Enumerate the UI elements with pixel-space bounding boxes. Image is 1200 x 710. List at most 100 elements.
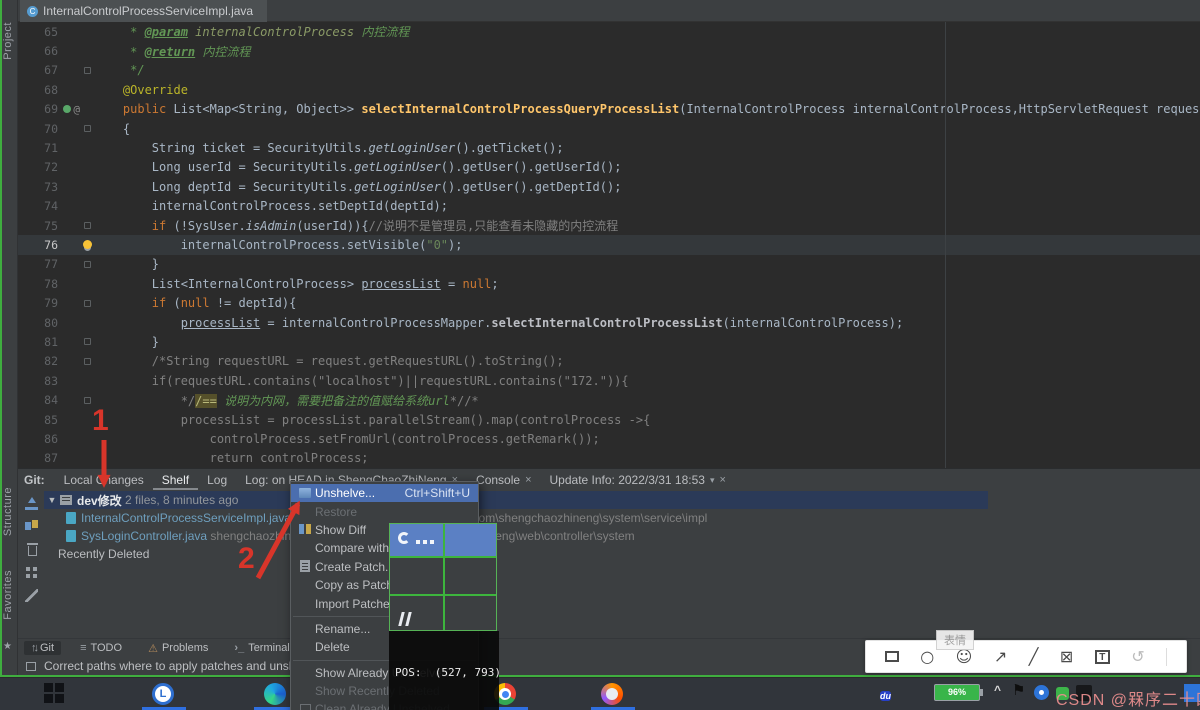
code-line-65[interactable]: 65 * @param internalControlProcess 内控流程 xyxy=(18,22,1200,41)
toolwindow-button-terminal[interactable]: Terminal xyxy=(227,641,296,655)
fold-marker-icon[interactable] xyxy=(84,338,91,345)
show-diff-toolbar-icon[interactable] xyxy=(25,520,38,533)
fold-column xyxy=(80,222,94,229)
code-line-86[interactable]: 86 controlProcess.setFromUrl(controlProc… xyxy=(18,429,1200,448)
code-line-70[interactable]: 70 { xyxy=(18,119,1200,138)
code-line-76[interactable]: 76 internalControlProcess.setVisible("0"… xyxy=(18,235,1200,254)
taskbar-icon-edge[interactable] xyxy=(264,683,286,705)
panel-tab-log[interactable]: Log xyxy=(198,470,236,490)
dropdown-arrow-icon[interactable]: ▾ xyxy=(710,475,715,486)
baidu-tray-icon[interactable]: du xyxy=(880,686,891,705)
taskbar-icon-start[interactable] xyxy=(44,683,64,703)
ellipse-tool-icon[interactable]: ○ xyxy=(920,647,934,666)
close-icon[interactable]: × xyxy=(720,474,726,486)
code-line-69[interactable]: 69@ public List<Map<String, Object>> sel… xyxy=(18,100,1200,119)
favorites-star-icon: ★ xyxy=(3,641,12,652)
sidebar-item-project[interactable]: Project xyxy=(2,22,14,60)
code-line-82[interactable]: 82 /*String requestURL = request.getRequ… xyxy=(18,352,1200,371)
menu-item-unshelve[interactable]: Unshelve...Ctrl+Shift+U xyxy=(291,484,478,502)
git-panel-label: Git: xyxy=(24,473,45,487)
panel-tab-update-info-2022-3-31-18-53[interactable]: Update Info: 2022/3/31 18:53▾× xyxy=(541,470,735,490)
menu-item-spacer xyxy=(295,685,315,698)
code-line-77[interactable]: 77 } xyxy=(18,255,1200,274)
code-line-67[interactable]: 67 */ xyxy=(18,61,1200,80)
arrow-tool-icon[interactable]: ↗ xyxy=(994,647,1007,666)
intention-bulb-icon[interactable] xyxy=(83,240,92,249)
shelf-group-row[interactable]: ▼ dev修改 2 files, 8 minutes ago xyxy=(44,491,988,509)
patch-icon xyxy=(295,560,315,573)
code-line-66[interactable]: 66 * @return 内控流程 xyxy=(18,41,1200,60)
code-line-68[interactable]: 68 @Override xyxy=(18,80,1200,99)
code-line-84[interactable]: 84 *//== 说明为内网，需要把备注的值赋给系统url*//* xyxy=(18,390,1200,409)
fold-marker-icon[interactable] xyxy=(84,261,91,268)
blue-app-tray-icon[interactable] xyxy=(1034,685,1049,700)
fold-column xyxy=(80,338,94,345)
toolbar-divider xyxy=(1166,648,1167,666)
edit-toolbar-icon[interactable] xyxy=(25,589,38,602)
annotation-gutter-icon: @ xyxy=(73,103,80,116)
code-line-72[interactable]: 72 Long userId = SecurityUtils.getLoginU… xyxy=(18,158,1200,177)
code-line-78[interactable]: 78 List<InternalControlProcess> processL… xyxy=(18,274,1200,293)
shelf-file-row[interactable]: InternalControlProcessServiceImpl.java s… xyxy=(44,509,1200,527)
file-icon xyxy=(66,530,76,542)
fold-marker-icon[interactable] xyxy=(84,67,91,74)
git-icon xyxy=(31,642,36,654)
toolwindow-button-problems[interactable]: Problems xyxy=(141,641,215,656)
editor-tab-active[interactable]: C InternalControlProcessServiceImpl.java xyxy=(20,0,267,22)
unshelve-toolbar-icon[interactable] xyxy=(25,497,38,510)
sidebar-item-structure[interactable]: Structure xyxy=(2,487,14,536)
git-toolwindow: Git: Local ChangesShelfLogLog: on HEAD i… xyxy=(18,468,1200,638)
taskbar-icon-firefox[interactable] xyxy=(601,683,623,705)
code-line-80[interactable]: 80 processList = internalControlProcessM… xyxy=(18,313,1200,332)
group-by-toolbar-icon[interactable] xyxy=(25,566,38,579)
fold-marker-icon[interactable] xyxy=(84,222,91,229)
panel-tab-shelf[interactable]: Shelf xyxy=(153,470,198,490)
fold-marker-icon[interactable] xyxy=(84,125,91,132)
shelf-group-meta: 2 files, 8 minutes ago xyxy=(122,493,239,507)
todo-icon xyxy=(80,642,86,654)
code-line-79[interactable]: 79 if (null != deptId){ xyxy=(18,293,1200,312)
recently-deleted-row[interactable]: Recently Deleted xyxy=(44,545,1200,563)
text-tool-icon[interactable]: T xyxy=(1095,650,1110,664)
code-line-83[interactable]: 83 if(requestURL.contains("localhost")||… xyxy=(18,371,1200,390)
toolwindow-button-git[interactable]: Git xyxy=(24,641,61,655)
shelf-tree: ▼ dev修改 2 files, 8 minutes ago InternalC… xyxy=(44,491,1200,638)
tray-expand-chevron[interactable]: ^ xyxy=(994,683,1001,697)
shelf-file-row[interactable]: SysLoginController.java shengchaozhineng… xyxy=(44,527,1200,545)
line-number: 79 xyxy=(18,296,58,310)
code-line-87[interactable]: 87 return controlProcess; xyxy=(18,449,1200,468)
code-line-74[interactable]: 74 internalControlProcess.setDeptId(dept… xyxy=(18,197,1200,216)
code-line-75[interactable]: 75 if (!SysUser.isAdmin(userId)){//说明不是管… xyxy=(18,216,1200,235)
code-line-73[interactable]: 73 Long deptId = SecurityUtils.getLoginU… xyxy=(18,177,1200,196)
taskbar-icon-browser-l[interactable]: L xyxy=(152,683,174,705)
code-line-71[interactable]: 71 String ticket = SecurityUtils.getLogi… xyxy=(18,138,1200,157)
chevron-down-icon[interactable]: ▼ xyxy=(44,495,60,505)
edge-icon xyxy=(264,683,286,705)
code-line-81[interactable]: 81 } xyxy=(18,332,1200,351)
delete-toolbar-icon[interactable] xyxy=(28,546,37,556)
sidebar-item-favorites[interactable]: Favorites xyxy=(2,570,14,620)
rectangle-tool-icon[interactable] xyxy=(885,651,899,662)
fold-marker-icon[interactable] xyxy=(84,358,91,365)
battery-indicator[interactable]: 96% xyxy=(934,684,980,701)
code-area: 65 * @param internalControlProcess 内控流程6… xyxy=(18,22,1200,468)
undo-tool-icon[interactable]: ↺ xyxy=(1131,647,1144,666)
magnified-glyph-2 xyxy=(398,612,404,626)
unshelve-icon xyxy=(295,487,315,500)
close-icon[interactable]: × xyxy=(525,474,531,486)
toolwindow-button-todo[interactable]: TODO xyxy=(73,641,129,655)
line-number: 82 xyxy=(18,354,58,368)
mosaic-tool-icon[interactable]: ⊠ xyxy=(1060,647,1073,666)
panel-tab-local-changes[interactable]: Local Changes xyxy=(55,470,153,490)
pen-tool-icon[interactable]: ╱ xyxy=(1029,647,1039,666)
code-line-85[interactable]: 85 processList = processList.parallelStr… xyxy=(18,410,1200,429)
flag-tray-icon[interactable]: ⚑ xyxy=(1012,681,1025,699)
fold-marker-icon[interactable] xyxy=(84,300,91,307)
browser-l-icon: L xyxy=(152,683,174,705)
line-number: 67 xyxy=(18,63,58,77)
menu-item-restore[interactable]: Restore xyxy=(291,502,478,520)
code-text: /*String requestURL = request.getRequest… xyxy=(94,354,1200,368)
override-marker-icon[interactable] xyxy=(63,105,71,113)
fold-marker-icon[interactable] xyxy=(84,397,91,404)
code-editor[interactable]: 65 * @param internalControlProcess 内控流程6… xyxy=(18,22,1200,468)
